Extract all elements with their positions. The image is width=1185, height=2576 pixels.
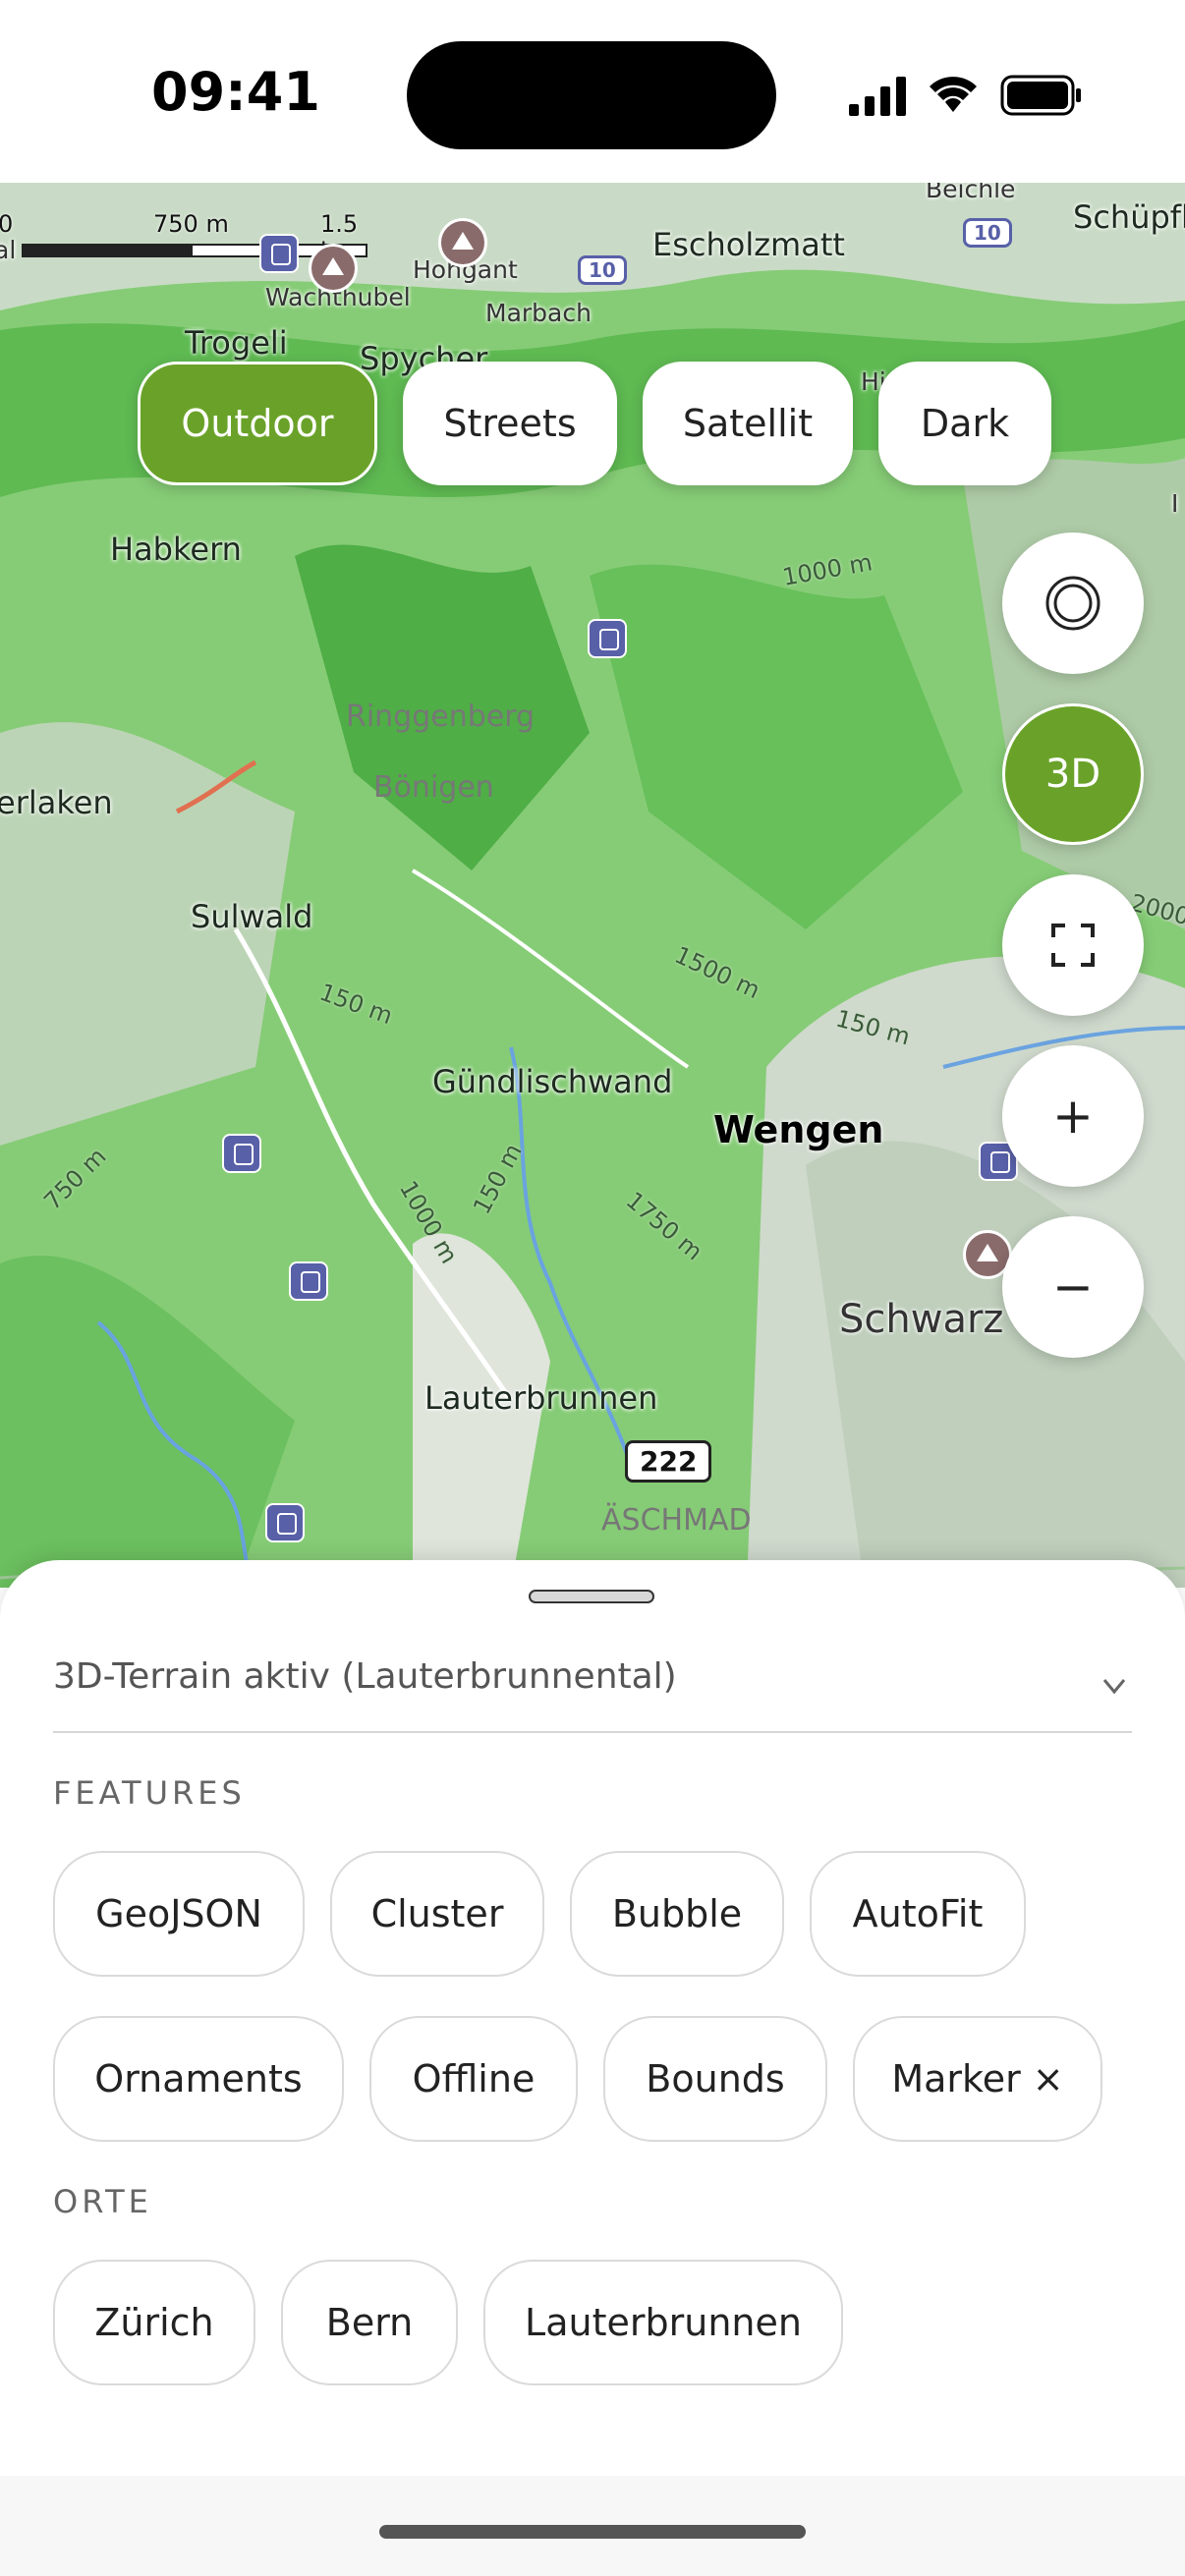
locate-button[interactable]: [1002, 532, 1144, 674]
mountain-peak-icon[interactable]: [438, 218, 487, 267]
transit-station-icon[interactable]: [588, 619, 627, 658]
feature-chip-bounds[interactable]: Bounds: [603, 2016, 827, 2142]
map-label-marbach: Marbach: [485, 299, 592, 327]
expand-icon: [1051, 924, 1095, 967]
map-label-sulwald: Sulwald: [191, 898, 313, 935]
place-chip-lauterbrunnen[interactable]: Lauterbrunnen: [483, 2260, 843, 2385]
scale-label-zero: 0: [0, 210, 14, 238]
status-bar: 09:41: [0, 0, 1185, 183]
route-shield-10: 10: [963, 218, 1012, 248]
map-label-bonigen: Bönigen: [373, 770, 494, 805]
route-shield-222: 222: [625, 1440, 712, 1483]
style-pill-outdoor[interactable]: Outdoor: [138, 362, 377, 485]
places-section-title: ORTE: [53, 2183, 152, 2220]
home-indicator[interactable]: [379, 2525, 806, 2539]
status-time: 09:41: [151, 61, 320, 123]
map-label-beichle: Beichle: [926, 183, 1016, 203]
map-label-gundlischwand: Gündlischwand: [432, 1063, 673, 1100]
zoom-in-button[interactable]: +: [1002, 1045, 1144, 1187]
dynamic-island: [407, 41, 776, 149]
place-chip-zurich[interactable]: Zürich: [53, 2260, 255, 2385]
map-label-partial-i: I: [1171, 489, 1179, 518]
transit-station-icon[interactable]: [265, 1503, 305, 1542]
map-label-interlaken: erlaken: [0, 784, 113, 821]
feature-chip-geojson[interactable]: GeoJSON: [53, 1851, 305, 1977]
style-pill-dark[interactable]: Dark: [878, 362, 1051, 485]
home-indicator-area: [0, 2476, 1185, 2576]
bottom-sheet: 3D-Terrain aktiv (Lauterbrunnental) FEAT…: [0, 1560, 1185, 2476]
features-row-1: GeoJSON Cluster Bubble AutoFit: [53, 1851, 1026, 1977]
mountain-peak-icon[interactable]: [309, 244, 358, 293]
features-section-title: FEATURES: [53, 1774, 246, 1812]
wifi-icon: [930, 77, 977, 112]
map-label-escholzmatt: Escholzmatt: [652, 226, 845, 263]
style-pill-satellit[interactable]: Satellit: [643, 362, 853, 485]
terrain-dropdown[interactable]: 3D-Terrain aktiv (Lauterbrunnental): [53, 1643, 1132, 1733]
features-row-2: Ornaments Offline Bounds Marker ×: [53, 2016, 1102, 2142]
map-label-trogeli: Trogeli: [185, 324, 288, 362]
map-label-schwarz: Schwarz: [839, 1297, 1004, 1342]
map-label-habkern: Habkern: [110, 531, 242, 568]
transit-station-icon[interactable]: [259, 234, 299, 273]
map-label-lauterbrunnen: Lauterbrunnen: [424, 1379, 658, 1417]
sheet-drag-handle[interactable]: [529, 1590, 654, 1603]
style-pill-streets[interactable]: Streets: [403, 362, 617, 485]
target-icon: [1045, 576, 1100, 631]
places-row: Zürich Bern Lauterbrunnen: [53, 2260, 843, 2385]
map-label-ringgenberg: Ringgenberg: [346, 700, 536, 734]
map-label-wengen: Wengen: [713, 1108, 884, 1151]
map-style-switcher: Outdoor Streets Satellit Dark: [138, 362, 1051, 485]
transit-station-icon[interactable]: [289, 1261, 328, 1301]
transit-station-icon[interactable]: [222, 1134, 261, 1173]
feature-chip-offline[interactable]: Offline: [369, 2016, 578, 2142]
map-label-aschmad: ÄSCHMAD: [601, 1503, 752, 1538]
fullscreen-button[interactable]: [1002, 874, 1144, 1016]
place-chip-bern[interactable]: Bern: [281, 2260, 458, 2385]
map-label-schupfheim: Schüpfhe: [1073, 198, 1185, 236]
cellular-signal-icon: [849, 77, 906, 116]
zoom-out-button[interactable]: −: [1002, 1216, 1144, 1358]
dropdown-value: 3D-Terrain aktiv (Lauterbrunnental): [53, 1656, 677, 1697]
feature-chip-ornaments[interactable]: Ornaments: [53, 2016, 344, 2142]
feature-chip-bubble[interactable]: Bubble: [570, 1851, 784, 1977]
feature-chip-marker[interactable]: Marker ×: [853, 2016, 1102, 2142]
feature-chip-cluster[interactable]: Cluster: [330, 1851, 544, 1977]
map-label-partial-al: al: [0, 236, 17, 264]
route-shield-10: 10: [578, 255, 627, 285]
scale-bar: 0 750 m 1.5 km: [0, 210, 375, 265]
toggle-3d-button[interactable]: 3D: [1002, 703, 1144, 845]
battery-icon: [1000, 75, 1081, 116]
chevron-down-icon: [1102, 1679, 1126, 1695]
feature-chip-autofit[interactable]: AutoFit: [810, 1851, 1026, 1977]
scale-label-mid: 750 m: [153, 210, 229, 238]
